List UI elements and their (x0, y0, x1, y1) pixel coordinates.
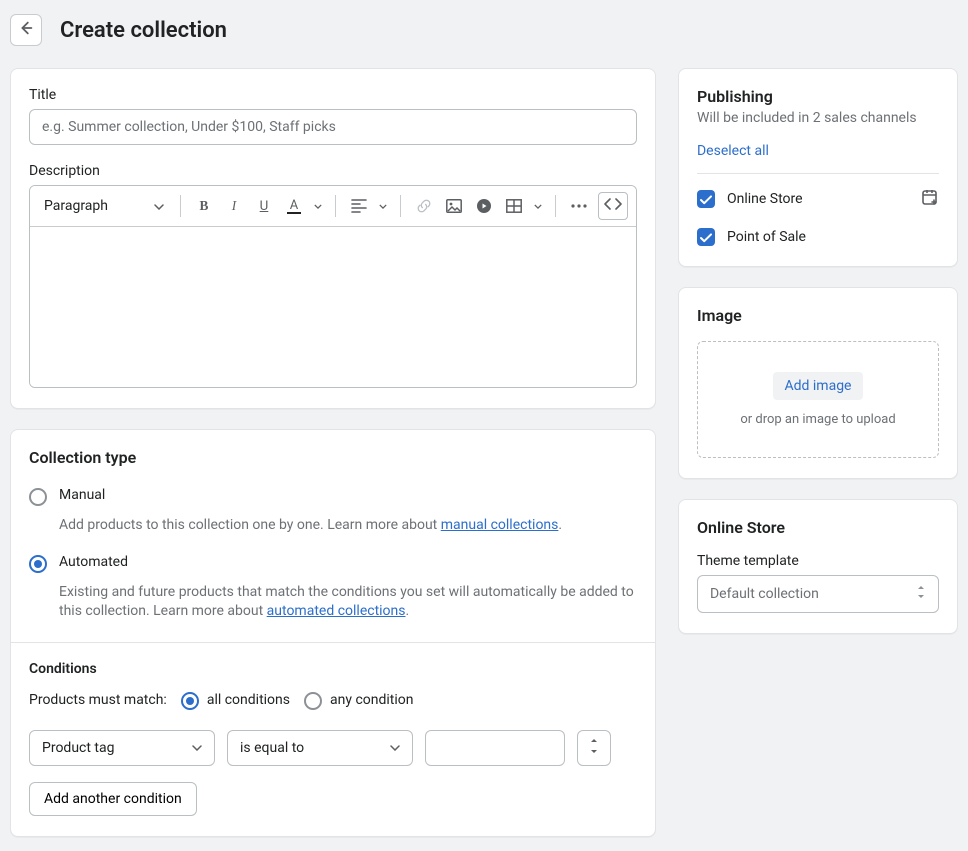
textcolor-button[interactable]: A (281, 193, 307, 219)
image-heading: Image (697, 306, 939, 325)
align-caret[interactable] (376, 193, 390, 219)
image-icon (446, 199, 462, 213)
more-icon (571, 204, 587, 208)
sort-icon (589, 738, 599, 758)
description-label: Description (29, 163, 637, 179)
title-input[interactable] (29, 109, 637, 145)
source-button[interactable] (598, 192, 628, 220)
publishing-sub: Will be included in 2 sales channels (697, 110, 939, 126)
add-image-button[interactable]: Add image (773, 372, 864, 400)
publishing-heading: Publishing (697, 87, 939, 106)
bold-icon: B (200, 198, 209, 214)
back-button[interactable] (10, 14, 42, 46)
link-icon (416, 198, 432, 214)
condition-sort-button[interactable] (577, 730, 611, 766)
publishing-card: Publishing Will be included in 2 sales c… (678, 68, 958, 267)
channel-online-checkbox[interactable] (697, 190, 715, 208)
chevron-down-icon (390, 745, 400, 751)
any-condition-radio[interactable] (304, 692, 322, 710)
condition-operator-select[interactable]: is equal to (227, 730, 413, 766)
paragraph-select[interactable]: Paragraph (38, 194, 170, 218)
add-condition-button[interactable]: Add another condition (29, 782, 197, 816)
link-button[interactable] (411, 193, 437, 219)
page-title: Create collection (60, 18, 227, 43)
automated-collections-link[interactable]: automated collections (267, 603, 406, 619)
manual-label: Manual (59, 487, 105, 503)
schedule-button[interactable] (921, 188, 939, 210)
check-icon (700, 190, 712, 209)
all-conditions-label: all conditions (207, 692, 290, 708)
align-icon (351, 199, 367, 213)
text-color-icon: A (287, 199, 301, 214)
manual-radio[interactable] (29, 488, 47, 506)
channel-pos-label: Point of Sale (727, 229, 806, 245)
conditions-heading: Conditions (29, 661, 637, 677)
channel-online-label: Online Store (727, 191, 803, 207)
caret-down-icon (154, 198, 164, 214)
bold-button[interactable]: B (191, 193, 217, 219)
paragraph-select-label: Paragraph (44, 198, 108, 214)
calendar-icon (921, 191, 939, 210)
check-icon (700, 228, 712, 247)
italic-button[interactable]: I (221, 193, 247, 219)
rte-editor: Paragraph B I U (29, 185, 637, 388)
theme-label: Theme template (697, 553, 939, 569)
table-icon (506, 199, 522, 213)
underline-button[interactable]: U (251, 193, 277, 219)
condition-field-select[interactable]: Product tag (29, 730, 215, 766)
align-button[interactable] (346, 193, 372, 219)
image-dropzone[interactable]: Add image or drop an image to upload (697, 341, 939, 458)
more-button[interactable] (566, 193, 592, 219)
table-caret[interactable] (531, 193, 545, 219)
select-sort-icon (916, 585, 926, 603)
automated-label: Automated (59, 554, 128, 570)
theme-template-select[interactable]: Default collection (697, 575, 939, 613)
image-hint: or drop an image to upload (740, 412, 895, 427)
title-label: Title (29, 87, 637, 103)
channel-pos-checkbox[interactable] (697, 228, 715, 246)
underline-icon: U (260, 199, 269, 214)
online-store-card: Online Store Theme template Default coll… (678, 499, 958, 634)
code-icon (604, 198, 622, 214)
play-circle-icon (476, 198, 492, 214)
italic-icon: I (232, 198, 236, 214)
image-button[interactable] (441, 193, 467, 219)
deselect-all-link[interactable]: Deselect all (697, 143, 769, 159)
any-condition-label: any condition (330, 692, 414, 708)
automated-desc: Existing and future products that match … (59, 583, 637, 622)
collection-type-heading: Collection type (29, 448, 637, 467)
textcolor-caret[interactable] (311, 193, 325, 219)
video-button[interactable] (471, 193, 497, 219)
image-card: Image Add image or drop an image to uplo… (678, 287, 958, 479)
manual-desc: Add products to this collection one by o… (59, 516, 637, 536)
automated-radio[interactable] (29, 555, 47, 573)
rte-textarea[interactable] (30, 227, 636, 387)
online-store-heading: Online Store (697, 518, 939, 537)
arrow-left-icon (17, 19, 35, 41)
match-label: Products must match: (29, 692, 167, 708)
chevron-down-icon (192, 745, 202, 751)
all-conditions-radio[interactable] (181, 692, 199, 710)
manual-collections-link[interactable]: manual collections (441, 517, 559, 533)
collection-type-card: Collection type Manual Add products to t… (10, 429, 656, 837)
condition-value-input[interactable] (425, 730, 565, 766)
title-card: Title Description Paragraph (10, 68, 656, 409)
table-button[interactable] (501, 193, 527, 219)
